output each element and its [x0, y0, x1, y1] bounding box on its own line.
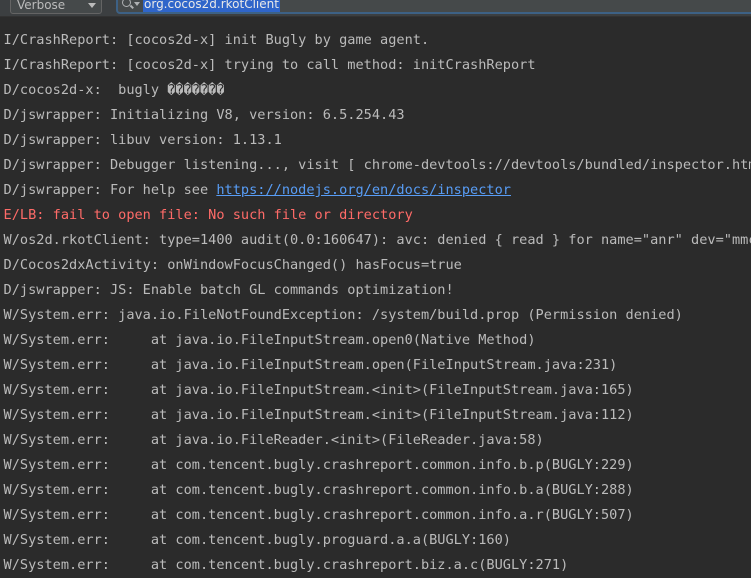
log-line-text: nt W/System.err: at java.io.FileInputStr…	[0, 382, 634, 398]
log-line-link[interactable]: https://nodejs.org/en/docs/inspector	[216, 182, 511, 198]
log-line: nt W/System.err: java.io.FileNotFoundExc…	[0, 303, 751, 328]
log-line-text: nt I/CrashReport: [cocos2d-x] trying to …	[0, 57, 536, 73]
log-level-dropdown[interactable]: Verbose	[10, 0, 102, 14]
log-line-text: nt D/jswrapper: Initializing V8, version…	[0, 107, 405, 123]
log-line-text: nt D/jswrapper: Debugger listening..., v…	[0, 157, 751, 173]
log-line: nt I/CrashReport: [cocos2d-x] trying to …	[0, 53, 751, 78]
log-line-text: nt W/System.err: at com.tencent.bugly.cr…	[0, 507, 634, 523]
log-line: nt W/System.err: at java.io.FileInputStr…	[0, 378, 751, 403]
log-line-text: nt W/System.err: at com.tencent.bugly.cr…	[0, 457, 634, 473]
log-line-text: nt W/System.err: at java.io.FileInputStr…	[0, 332, 536, 348]
log-line-text: nt D/jswrapper: JS: Enable batch GL comm…	[0, 282, 454, 298]
log-line: nt W/System.err: at com.tencent.bugly.cr…	[0, 453, 751, 478]
log-line: nt I/CrashReport: [cocos2d-x] init Bugly…	[0, 28, 751, 53]
log-line: nt W/System.err: at java.io.FileInputStr…	[0, 353, 751, 378]
log-line-text: nt D/Cocos2dxActivity: onWindowFocusChan…	[0, 257, 462, 273]
log-line-text: nt W/System.err: java.io.FileNotFoundExc…	[0, 307, 683, 323]
search-icon[interactable]	[122, 0, 131, 7]
log-line-text: nt D/cocos2d-x: bugly �������	[0, 82, 225, 98]
log-line: nt D/jswrapper: Debugger listening..., v…	[0, 153, 751, 178]
log-line: nt D/jswrapper: libuv version: 1.13.1	[0, 128, 751, 153]
log-line: nt W/System.err: at java.io.FileInputStr…	[0, 403, 751, 428]
chevron-down-icon	[88, 3, 96, 8]
log-line-text: nt W/os2d.rkotClient: type=1400 audit(0.…	[0, 232, 751, 248]
log-line-text: nt E/LB: fail to open file: No such file…	[0, 207, 413, 223]
log-line-text: nt W/System.err: at com.tencent.bugly.pr…	[0, 532, 511, 548]
log-line: nt W/System.err: at com.tencent.bugly.pr…	[0, 528, 751, 553]
log-line-text: nt W/System.err: at com.tencent.bugly.cr…	[0, 482, 634, 498]
log-line: nt D/jswrapper: JS: Enable batch GL comm…	[0, 278, 751, 303]
log-line: nt W/System.err: at com.tencent.bugly.cr…	[0, 478, 751, 503]
search-history-chevron-icon[interactable]	[134, 2, 140, 6]
log-level-value: Verbose	[17, 0, 66, 12]
log-line-text: nt W/System.err: at java.io.FileInputStr…	[0, 357, 618, 373]
log-line: nt D/jswrapper: For help see https://nod…	[0, 178, 751, 203]
log-line: nt D/Cocos2dxActivity: onWindowFocusChan…	[0, 253, 751, 278]
log-line-text: nt W/System.err: at java.io.FileInputStr…	[0, 407, 634, 423]
logcat-toolbar: Verbose org.cocos2d.rkotClient	[0, 0, 751, 17]
log-line: nt W/System.err: at com.tencent.bugly.cr…	[0, 553, 751, 578]
search-input[interactable]: org.cocos2d.rkotClient	[116, 0, 751, 14]
logcat-output[interactable]: nt I/CrashReport: [cocos2d-x] init Bugly…	[0, 28, 751, 578]
log-line: nt D/cocos2d-x: bugly �������	[0, 78, 751, 103]
log-line: nt W/System.err: at java.io.FileReader.<…	[0, 428, 751, 453]
log-line-text: nt W/System.err: at java.io.FileReader.<…	[0, 432, 544, 448]
log-line: nt W/os2d.rkotClient: type=1400 audit(0.…	[0, 228, 751, 253]
log-line-text: nt D/jswrapper: libuv version: 1.13.1	[0, 132, 282, 148]
log-line-text: nt D/jswrapper: For help see	[0, 182, 217, 198]
log-line: nt W/System.err: at com.tencent.bugly.cr…	[0, 503, 751, 528]
log-line: nt W/System.err: at java.io.FileInputStr…	[0, 328, 751, 353]
search-input-value[interactable]: org.cocos2d.rkotClient	[143, 0, 280, 12]
log-line: nt E/LB: fail to open file: No such file…	[0, 203, 751, 228]
log-line: nt D/jswrapper: Initializing V8, version…	[0, 103, 751, 128]
log-line-text: nt I/CrashReport: [cocos2d-x] init Bugly…	[0, 32, 430, 48]
